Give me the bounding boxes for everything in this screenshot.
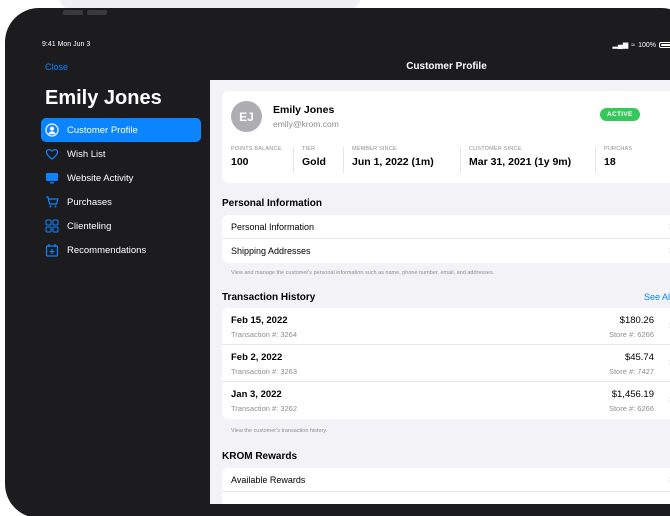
metric-points-balance: POINTS BALANCE 100 <box>231 146 281 176</box>
screenshot-stage: 9:41 Mon Jun 3 Close Emily Jones Custome… <box>0 0 670 516</box>
metric-purchases: PURCHAS 18 <box>604 146 632 176</box>
transaction-store: Store #: 6266 <box>608 404 654 413</box>
sidebar-item-label: Recommendations <box>67 244 147 256</box>
personal-info-footnote: View and manage the customer's personal … <box>231 270 495 276</box>
metric-label: PURCHAS <box>604 146 633 152</box>
profile-name: Emily Jones <box>273 104 335 116</box>
battery-percent: 100% <box>638 41 656 49</box>
row-label: Personal Information <box>231 222 315 232</box>
metric-divider <box>460 147 461 173</box>
transaction-number: Transaction #: 3263 <box>231 367 298 376</box>
sidebar-nav: Customer Profile Wish List Website Activ… <box>41 118 201 262</box>
row-label: Available Rewards <box>231 475 306 485</box>
ipad-frame: 9:41 Mon Jun 3 Close Emily Jones Custome… <box>5 8 670 516</box>
navigation-bar: ▂▄▆ ≈ 100% Customer Profile <box>210 38 670 80</box>
cart-icon <box>45 195 59 209</box>
desktop-icon <box>45 171 59 185</box>
metric-label: TIER <box>302 146 316 152</box>
transaction-number: Transaction #: 3262 <box>231 404 298 413</box>
profile-email: emily@krom.com <box>273 119 339 129</box>
section-title-transaction-history: Transaction History <box>222 292 316 303</box>
profile-metrics: POINTS BALANCE 100 TIER Gold MEMBER SINC… <box>231 146 670 176</box>
row-label: Shipping Addresses <box>231 246 311 256</box>
transactions-footnote: View the customer's transaction history. <box>231 428 328 434</box>
metric-label: MEMBER SINCE <box>352 146 397 152</box>
status-indicators: ▂▄▆ ≈ 100% <box>613 41 670 49</box>
metric-value: 18 <box>604 156 616 168</box>
see-all-link[interactable]: See All <box>644 292 670 302</box>
profile-card: EJ Emily Jones emily@krom.com ACTIVE POI… <box>222 91 670 183</box>
transaction-row[interactable]: Jan 3, 2022 Transaction #: 3262 $1,456.1… <box>222 382 670 419</box>
device-buttons <box>63 8 111 16</box>
metric-divider <box>293 147 294 173</box>
sidebar-item-customer-profile[interactable]: Customer Profile <box>41 118 201 142</box>
transaction-number: Transaction #: 3264 <box>231 330 298 339</box>
metric-label: CUSTOMER SINCE <box>469 146 522 152</box>
section-title-krom-rewards: KROM Rewards <box>222 451 298 462</box>
sidebar-item-label: Purchases <box>67 196 112 208</box>
transaction-amount: $45.74 <box>624 352 654 363</box>
transaction-list: Feb 15, 2022 Transaction #: 3264 $180.26… <box>222 308 670 419</box>
row-shipping-addresses[interactable]: Shipping Addresses › <box>222 239 670 263</box>
transaction-store: Store #: 7427 <box>608 367 654 376</box>
transaction-row[interactable]: Feb 2, 2022 Transaction #: 3263 $45.74 S… <box>222 345 670 382</box>
sidebar-item-label: Wish List <box>67 148 106 160</box>
close-button[interactable]: Close <box>45 62 68 72</box>
metric-divider <box>595 147 596 173</box>
metric-member-since: MEMBER SINCE Jun 1, 2022 (1m) <box>352 146 434 176</box>
transaction-date: Feb 15, 2022 <box>231 315 288 326</box>
metric-value: 100 <box>231 156 249 168</box>
status-badge: ACTIVE <box>600 108 640 121</box>
metric-value: Mar 31, 2021 (1y 9m) <box>469 156 572 168</box>
metric-divider <box>343 147 344 173</box>
gift-box-icon <box>45 243 59 257</box>
metric-customer-since: CUSTOMER SINCE Mar 31, 2021 (1y 9m) <box>469 146 571 176</box>
sidebar-item-wish-list[interactable]: Wish List <box>41 142 201 166</box>
section-title-personal-information: Personal Information <box>222 198 323 209</box>
personal-info-group: Personal Information › Shipping Addresse… <box>222 215 670 263</box>
avatar: EJ <box>231 101 262 132</box>
grid-icon <box>45 219 59 233</box>
signal-icon: ▂▄▆ <box>612 42 629 49</box>
row-personal-information[interactable]: Personal Information › <box>222 215 670 239</box>
metric-value: Gold <box>302 156 326 168</box>
transaction-store: Store #: 6266 <box>608 330 654 339</box>
wifi-icon: ≈ <box>631 41 636 49</box>
heart-icon <box>45 147 59 161</box>
sidebar-item-label: Customer Profile <box>67 124 138 136</box>
status-time: 9:41 Mon Jun 3 <box>42 41 91 48</box>
metric-tier: TIER Gold <box>302 146 326 176</box>
metric-label: POINTS BALANCE <box>231 146 282 152</box>
row-available-rewards[interactable]: Available Rewards › <box>222 468 670 492</box>
row-rewards-next[interactable] <box>222 492 670 504</box>
page-title: Customer Profile <box>406 61 487 72</box>
transaction-amount: $180.26 <box>619 315 654 326</box>
device-screen: 9:41 Mon Jun 3 Close Emily Jones Custome… <box>33 38 670 504</box>
sidebar-item-recommendations[interactable]: Recommendations <box>41 238 201 262</box>
main-content[interactable]: ▂▄▆ ≈ 100% Customer Profile EJ Emily Jon… <box>210 38 670 504</box>
sidebar-item-clienteling[interactable]: Clienteling <box>41 214 201 238</box>
sidebar: 9:41 Mon Jun 3 Close Emily Jones Custome… <box>33 38 210 504</box>
sidebar-item-purchases[interactable]: Purchases <box>41 190 201 214</box>
transaction-date: Feb 2, 2022 <box>231 352 283 363</box>
sidebar-customer-name: Emily Jones <box>45 87 162 109</box>
transaction-row[interactable]: Feb 15, 2022 Transaction #: 3264 $180.26… <box>222 308 670 345</box>
rewards-group: Available Rewards › <box>222 468 670 504</box>
person-circle-icon <box>45 123 59 137</box>
sidebar-item-label: Website Activity <box>67 172 134 184</box>
transaction-amount: $1,456.19 <box>611 389 654 400</box>
transaction-date: Jan 3, 2022 <box>231 389 282 400</box>
metric-value: Jun 1, 2022 (1m) <box>352 156 434 168</box>
sidebar-item-website-activity[interactable]: Website Activity <box>41 166 201 190</box>
battery-icon <box>659 42 670 48</box>
sidebar-item-label: Clienteling <box>67 220 112 232</box>
